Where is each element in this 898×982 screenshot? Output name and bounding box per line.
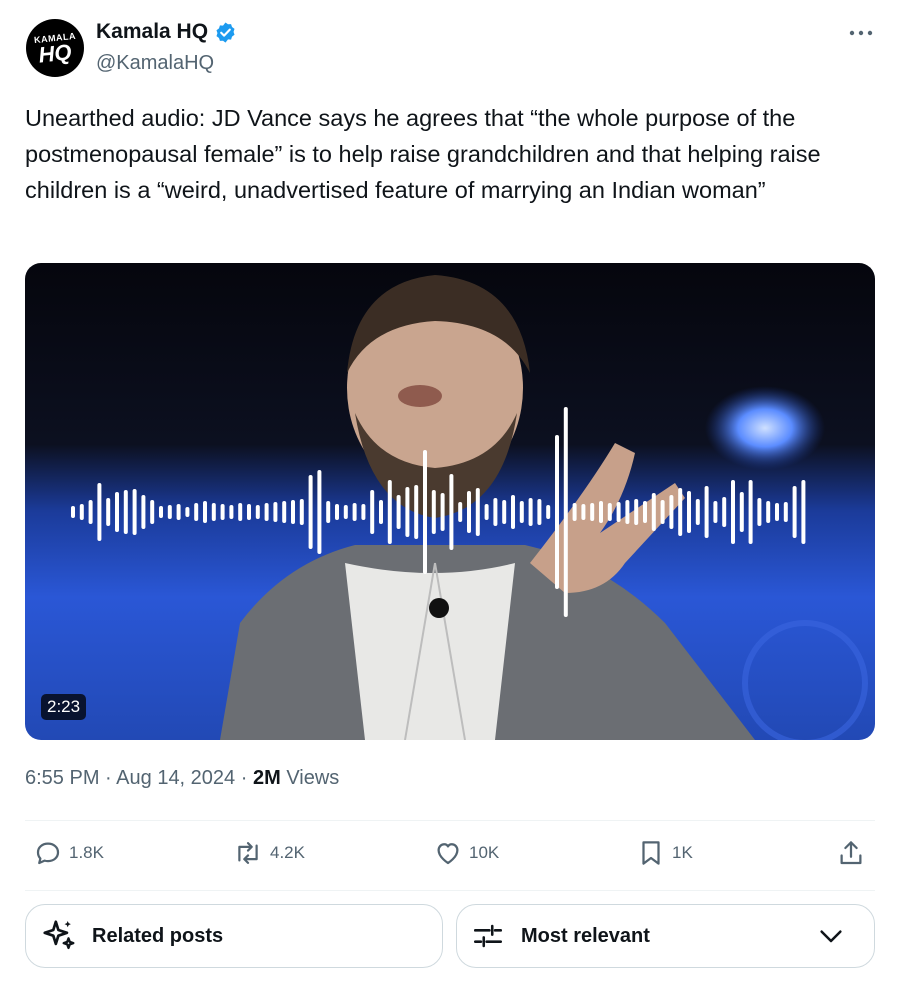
video-thumbnail (71, 275, 868, 740)
related-posts-button[interactable]: Related posts (25, 904, 443, 968)
tweet-text: Unearthed audio: JD Vance says he agrees… (25, 105, 821, 203)
sort-label: Most relevant (521, 924, 650, 947)
meta-separator: · (240, 767, 253, 789)
tweet-meta: 6:55 PM · Aug 14, 2024 · 2M Views (25, 767, 339, 790)
sliders-icon (473, 924, 503, 948)
reply-icon (36, 842, 60, 865)
bookmark-button[interactable]: 1K (636, 838, 693, 868)
repost-button[interactable]: 4.2K (232, 838, 305, 868)
display-name[interactable]: Kamala HQ (96, 20, 237, 44)
verified-badge-icon (216, 21, 235, 43)
reply-count: 1.8K (69, 843, 104, 862)
related-posts-label: Related posts (92, 924, 224, 947)
tweet-time[interactable]: 6:55 PM (25, 767, 99, 789)
handle[interactable]: @KamalaHQ (96, 52, 214, 75)
bookmark-icon (642, 841, 660, 865)
meta-separator: · (105, 767, 117, 789)
divider (25, 890, 875, 891)
chevron-down-icon (820, 930, 842, 943)
video-player[interactable] (25, 263, 875, 740)
video-duration: 2:23 (41, 694, 87, 720)
avatar[interactable]: KAMALA HQ (26, 19, 84, 77)
divider (25, 820, 875, 821)
views-count: 2M (252, 767, 281, 789)
views-label: Views (286, 767, 340, 789)
more-options-icon[interactable] (847, 23, 875, 43)
bookmark-count: 1K (672, 843, 693, 862)
display-name-text: Kamala HQ (96, 20, 209, 43)
like-button[interactable]: 10K (433, 838, 499, 868)
repost-icon (238, 842, 258, 864)
heart-icon (437, 843, 459, 865)
share-icon (840, 841, 862, 865)
avatar-text-main: HQ (37, 39, 73, 68)
share-button[interactable] (836, 838, 872, 868)
sparkle-icon (43, 920, 75, 950)
repost-count: 4.2K (270, 843, 305, 862)
reply-button[interactable]: 1.8K (33, 838, 104, 868)
tweet-date[interactable]: Aug 14, 2024 (116, 767, 235, 789)
like-count: 10K (469, 843, 500, 862)
sort-dropdown[interactable]: Most relevant (456, 904, 875, 968)
